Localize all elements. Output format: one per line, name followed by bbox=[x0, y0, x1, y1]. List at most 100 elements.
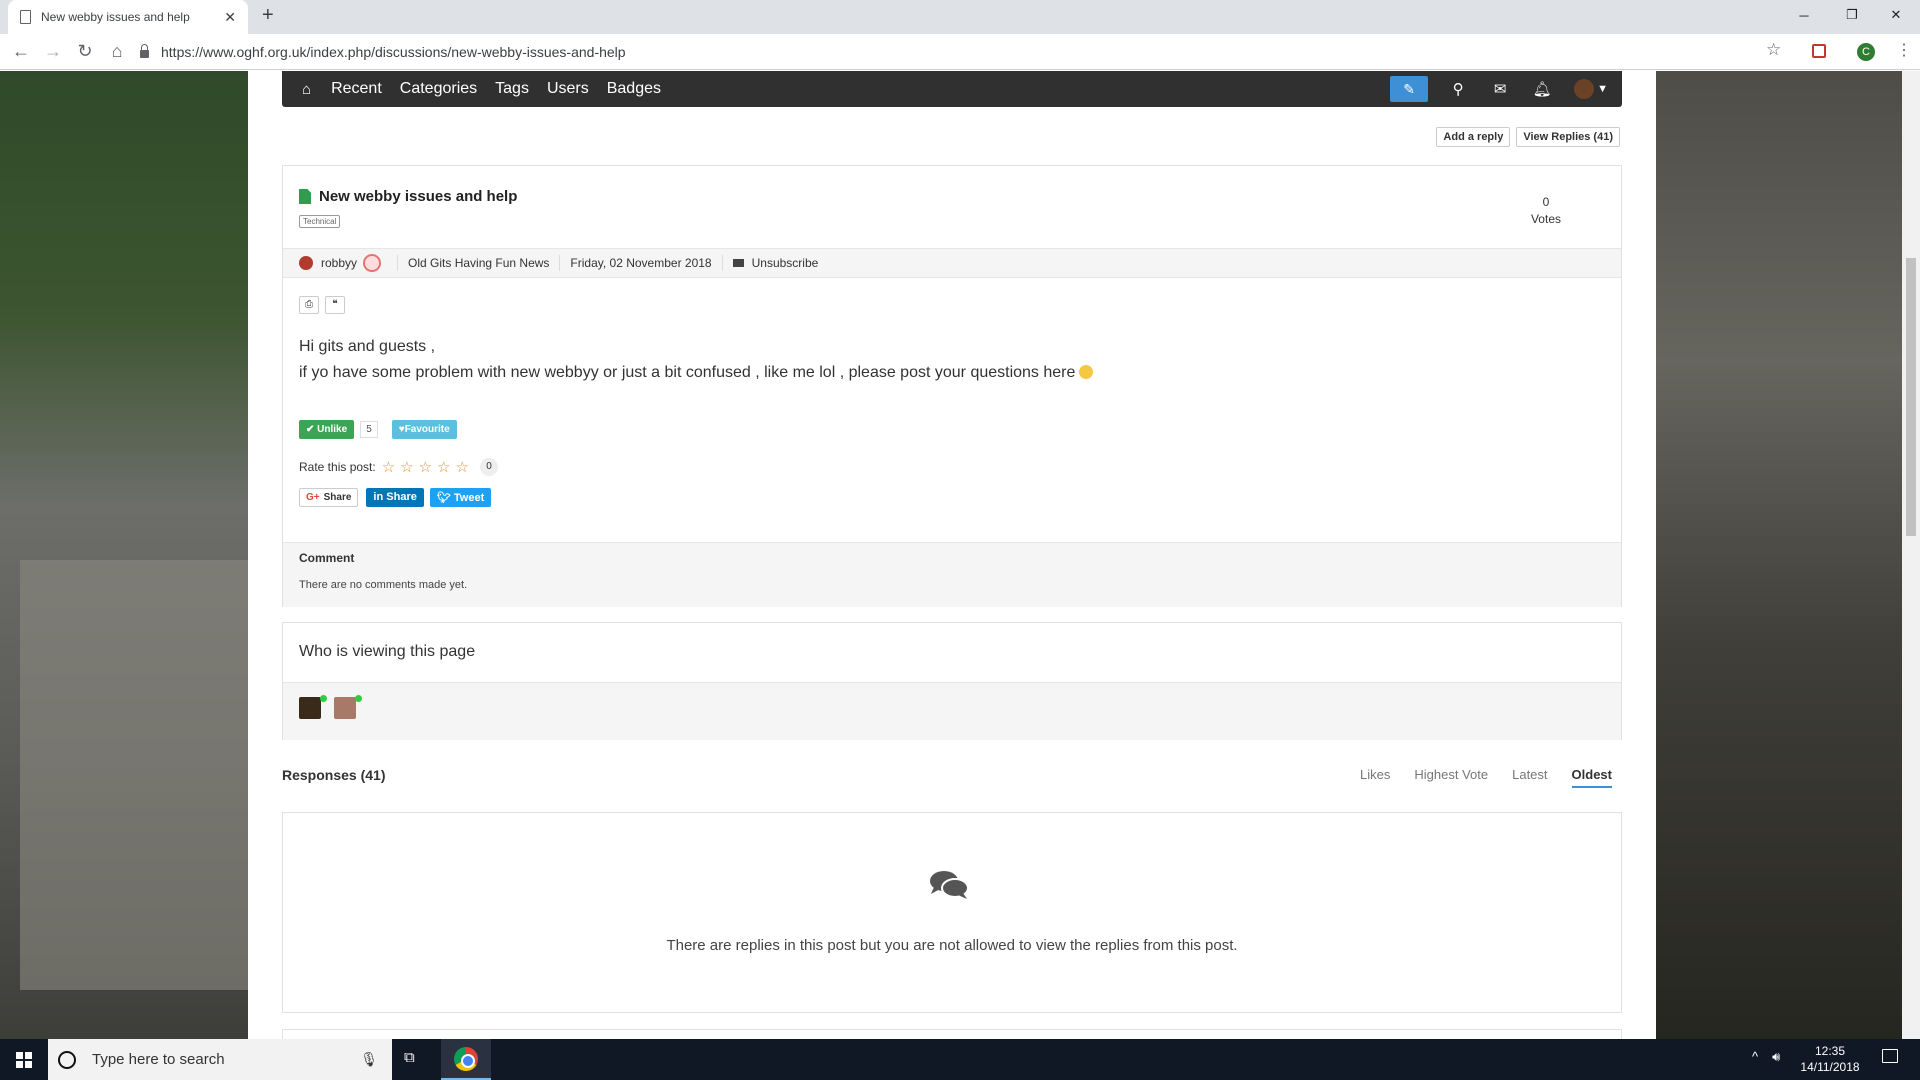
viewer-avatar[interactable] bbox=[299, 697, 321, 719]
nav-tags[interactable]: Tags bbox=[495, 80, 529, 98]
new-tab-button[interactable]: + bbox=[262, 4, 274, 27]
envelope-icon bbox=[732, 259, 744, 267]
nav-categories[interactable]: Categories bbox=[400, 80, 477, 98]
linkedin-share-label: Share bbox=[386, 491, 417, 503]
reload-button[interactable]: ↻ bbox=[74, 41, 96, 62]
browser-tab-bar: New webby issues and help ✕ + ─ ❐ ✕ bbox=[0, 0, 1920, 34]
post-title: New webby issues and help bbox=[299, 188, 517, 205]
extension-icon[interactable] bbox=[1812, 44, 1826, 58]
cortana-icon bbox=[58, 1050, 76, 1069]
body-line-text: if yo have some problem with new webbyy … bbox=[299, 364, 1076, 381]
back-button[interactable]: ← bbox=[10, 41, 32, 62]
clock-time: 12:35 bbox=[1814, 1044, 1846, 1058]
online-indicator bbox=[355, 695, 362, 702]
rating-count: 0 bbox=[479, 458, 498, 476]
chrome-taskbar-button[interactable] bbox=[441, 1039, 491, 1080]
browser-tab[interactable]: New webby issues and help ✕ bbox=[8, 0, 248, 34]
volume-icon[interactable]: 🔊︎ bbox=[1772, 1049, 1780, 1065]
background-right bbox=[1656, 71, 1902, 1039]
post-category[interactable]: Old Gits Having Fun News bbox=[408, 256, 549, 270]
taskbar-search[interactable]: Type here to search 🎙︎ bbox=[48, 1039, 392, 1080]
mail-icon[interactable]: ✉ bbox=[1482, 80, 1518, 98]
unlike-label: Unlike bbox=[317, 424, 348, 435]
user-avatar[interactable] bbox=[1574, 79, 1595, 99]
post-title-text: New webby issues and help bbox=[319, 188, 518, 205]
close-window-button[interactable]: ✕ bbox=[1872, 0, 1920, 30]
no-comments-text: There are no comments made yet. bbox=[299, 579, 468, 591]
post-reactions: ✔ Unlike 5 ♥Favourite bbox=[299, 420, 457, 439]
comment-section: Comment There are no comments made yet. bbox=[283, 542, 1621, 607]
twitter-icon: 🐦︎ bbox=[436, 492, 454, 504]
notification-center-icon[interactable] bbox=[1882, 1049, 1898, 1063]
post-card: New webby issues and help Technical 0 Vo… bbox=[282, 165, 1622, 607]
google-plus-share-button[interactable]: G+ Share bbox=[299, 488, 359, 507]
sort-likes[interactable]: Likes bbox=[1360, 767, 1390, 788]
scrollbar-thumb[interactable] bbox=[1906, 258, 1916, 536]
nav-badges[interactable]: Badges bbox=[607, 80, 661, 98]
tray-chevron-icon[interactable]: ^ bbox=[1752, 1049, 1758, 1065]
windows-logo-icon bbox=[16, 1051, 32, 1068]
tweet-button[interactable]: 🐦︎ Tweet bbox=[429, 488, 492, 507]
category-tag[interactable]: Technical bbox=[299, 215, 341, 228]
tweet-label: Tweet bbox=[453, 492, 485, 504]
divider bbox=[721, 255, 723, 271]
tab-title: New webby issues and help bbox=[41, 10, 190, 24]
taskbar-clock[interactable]: 12:35 14/11/2018 bbox=[1786, 1043, 1874, 1075]
nav-recent[interactable]: Recent bbox=[331, 80, 382, 98]
divider bbox=[397, 255, 399, 271]
nav-users[interactable]: Users bbox=[547, 80, 589, 98]
chevron-down-icon[interactable]: ▼ bbox=[1597, 83, 1608, 95]
quote-icon[interactable]: ❝ bbox=[325, 296, 345, 314]
smiley-icon bbox=[1079, 365, 1094, 379]
sort-highest-vote[interactable]: Highest Vote bbox=[1414, 767, 1488, 788]
viewer-avatar[interactable] bbox=[334, 697, 356, 719]
notification-bell-icon[interactable]: 🔔︎ bbox=[1524, 80, 1560, 98]
linkedin-share-button[interactable]: in Share bbox=[366, 488, 424, 507]
task-view-icon[interactable]: ⧉ bbox=[404, 1049, 426, 1069]
author-avatar[interactable] bbox=[299, 256, 313, 270]
microphone-icon[interactable]: 🎙︎ bbox=[360, 1051, 378, 1068]
post-actions: Add a reply View Replies (41) bbox=[1430, 127, 1620, 147]
lock-icon bbox=[140, 44, 149, 58]
body-line-2: if yo have some problem with new webbyy … bbox=[299, 360, 1094, 386]
share-row: G+ Share in Share 🐦︎ Tweet bbox=[299, 488, 492, 507]
browser-menu-icon[interactable]: ⋮ bbox=[1896, 40, 1912, 60]
profile-avatar[interactable]: C bbox=[1857, 43, 1875, 61]
check-icon: ✔ bbox=[306, 424, 318, 435]
votes-box: 0 Votes bbox=[1531, 194, 1561, 228]
post-tools: ⎙ ❝ bbox=[299, 296, 351, 314]
add-reply-button[interactable]: Add a reply bbox=[1436, 127, 1511, 147]
favourite-button[interactable]: ♥Favourite bbox=[391, 420, 457, 439]
view-replies-button[interactable]: View Replies (41) bbox=[1516, 127, 1620, 147]
post-date: Friday, 02 November 2018 bbox=[570, 256, 712, 270]
like-count: 5 bbox=[360, 421, 378, 438]
rating-stars[interactable]: ☆☆☆☆☆ bbox=[382, 458, 474, 476]
print-icon[interactable]: ⎙ bbox=[299, 296, 319, 314]
nav-icons: ✎ ⚲ ✉ 🔔︎ ▼ bbox=[1390, 74, 1608, 104]
google-plus-icon: G+ bbox=[306, 492, 320, 503]
bookmark-star-icon[interactable]: ☆ bbox=[1766, 40, 1781, 60]
author-name[interactable]: robbyy bbox=[321, 256, 357, 270]
compose-pencil-icon[interactable]: ✎ bbox=[1390, 76, 1429, 102]
post-meta-bar: robbyy Old Gits Having Fun News Friday, … bbox=[283, 248, 1621, 278]
divider bbox=[559, 255, 561, 271]
page-scrollbar[interactable] bbox=[1902, 71, 1920, 1039]
next-card bbox=[282, 1029, 1622, 1039]
start-button[interactable] bbox=[0, 1039, 48, 1080]
sort-oldest[interactable]: Oldest bbox=[1571, 767, 1612, 788]
close-tab-icon[interactable]: ✕ bbox=[224, 9, 236, 26]
search-icon[interactable]: ⚲ bbox=[1440, 80, 1476, 98]
replies-restricted-message: There are replies in this post but you a… bbox=[666, 937, 1238, 954]
address-bar[interactable]: https://www.oghf.org.uk/index.php/discus… bbox=[140, 39, 1800, 65]
unlike-button[interactable]: ✔ Unlike bbox=[299, 420, 355, 439]
who-is-viewing-card: Who is viewing this page bbox=[282, 622, 1622, 740]
unsubscribe-link[interactable]: Unsubscribe bbox=[752, 256, 819, 270]
sort-latest[interactable]: Latest bbox=[1512, 767, 1547, 788]
home-button[interactable]: ⌂ bbox=[106, 41, 128, 62]
comment-title: Comment bbox=[299, 551, 355, 565]
votes-label: Votes bbox=[1530, 212, 1561, 226]
page-icon bbox=[20, 10, 31, 24]
home-icon[interactable]: ⌂ bbox=[302, 81, 311, 98]
body-line: Hi gits and guests , bbox=[299, 338, 436, 355]
forward-button[interactable]: → bbox=[42, 41, 64, 62]
